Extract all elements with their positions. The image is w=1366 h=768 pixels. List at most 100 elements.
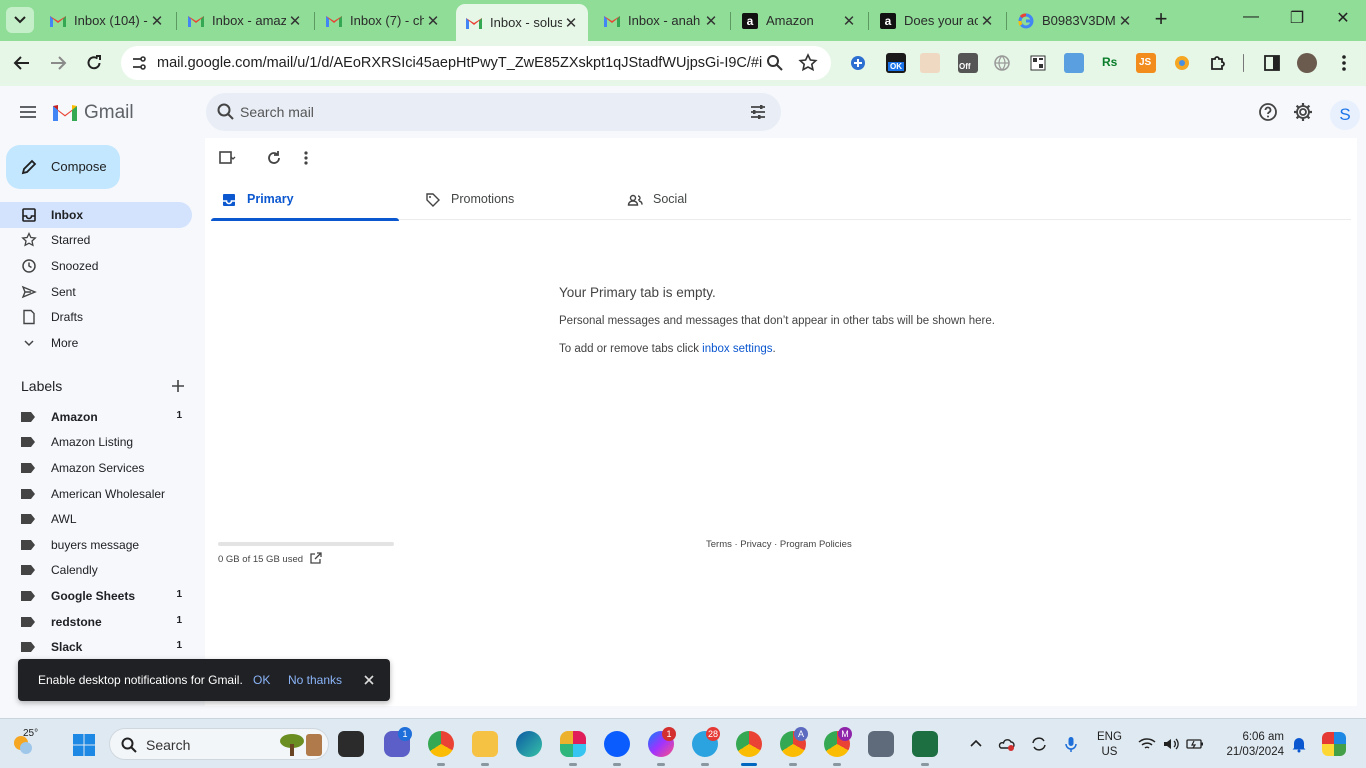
browser-tab[interactable]: Inbox (104) - ✕ <box>40 5 174 36</box>
search-icon[interactable] <box>216 102 236 127</box>
notifications-bell-icon[interactable] <box>1290 735 1308 753</box>
back-button[interactable] <box>10 51 34 75</box>
browser-menu-icon[interactable] <box>1334 53 1354 73</box>
file-explorer-app[interactable] <box>472 731 498 766</box>
manage-storage-link[interactable] <box>309 552 322 565</box>
label-item[interactable]: Amazon 1 <box>0 404 192 430</box>
label-item[interactable]: Slack 1 <box>0 634 192 660</box>
browser-tab[interactable]: B0983V3DM ✕ <box>1008 5 1142 36</box>
extension-icon[interactable] <box>848 53 868 73</box>
edge-app[interactable] <box>516 731 542 757</box>
gmail-logo-icon[interactable] <box>52 103 78 123</box>
chrome-app[interactable] <box>428 731 454 766</box>
taskbar-search[interactable]: Search <box>109 728 329 760</box>
label-item[interactable]: Calendly <box>0 557 192 583</box>
browser-tab[interactable]: a Amazon ✕ <box>732 5 866 36</box>
account-avatar[interactable]: S <box>1330 100 1360 130</box>
calculator-app[interactable] <box>868 731 894 757</box>
extensions-puzzle-icon[interactable] <box>1208 53 1228 73</box>
compose-button[interactable]: Compose <box>6 145 120 189</box>
search-input[interactable] <box>240 101 720 123</box>
close-tab-icon[interactable]: ✕ <box>424 12 442 30</box>
tray-overflow-chevron-icon[interactable] <box>967 735 985 753</box>
nav-item-sent[interactable]: Sent <box>0 279 192 305</box>
tab-search-button[interactable] <box>6 7 34 33</box>
footer-links[interactable]: Terms · Privacy · Program Policies <box>706 539 852 550</box>
chrome-profile-app-active[interactable] <box>736 731 762 766</box>
battery-icon[interactable] <box>1186 735 1204 753</box>
nav-item-starred[interactable]: Starred <box>0 227 192 253</box>
forward-button[interactable] <box>46 51 70 75</box>
more-actions-button[interactable] <box>296 148 316 168</box>
site-info-icon[interactable] <box>127 51 151 75</box>
close-tab-icon[interactable]: ✕ <box>562 14 580 32</box>
copilot-icon[interactable] <box>1322 732 1346 756</box>
close-tab-icon[interactable]: ✕ <box>702 12 720 30</box>
restore-button[interactable]: ❐ <box>1284 8 1310 32</box>
extension-icon[interactable] <box>1064 53 1084 73</box>
browser-tab[interactable]: Inbox - anah ✕ <box>594 5 728 36</box>
browser-tab[interactable]: a Does your ac ✕ <box>870 5 1004 36</box>
label-item[interactable]: Amazon Listing <box>0 429 192 455</box>
input-language-indicator[interactable]: ENG US <box>1097 730 1122 760</box>
settings-button[interactable] <box>1291 100 1315 124</box>
nav-item-inbox[interactable]: Inbox <box>0 202 192 228</box>
browser-tab[interactable]: Inbox (7) - ch ✕ <box>316 5 450 36</box>
profile-avatar[interactable] <box>1297 53 1317 73</box>
tab-promotions[interactable]: Promotions <box>415 182 603 220</box>
js-extension-icon[interactable]: JS <box>1136 53 1156 73</box>
side-panel-icon[interactable] <box>1262 53 1282 73</box>
close-tab-icon[interactable]: ✕ <box>978 12 996 30</box>
label-item[interactable]: Google Sheets 1 <box>0 583 192 609</box>
snackbar-no-thanks-button[interactable]: No thanks <box>288 673 342 687</box>
zoom-icon[interactable] <box>766 54 784 77</box>
tab-primary[interactable]: Primary <box>211 182 399 221</box>
system-clock[interactable]: 6:06 am 21/03/2024 <box>1220 730 1284 760</box>
new-tab-button[interactable]: + <box>1150 8 1172 31</box>
minimize-button[interactable]: — <box>1238 8 1264 32</box>
extension-ok-icon[interactable]: OK <box>886 53 906 73</box>
search-options-icon[interactable] <box>748 102 768 127</box>
nav-item-drafts[interactable]: Drafts <box>0 304 192 330</box>
close-tab-icon[interactable]: ✕ <box>1116 12 1134 30</box>
qr-extension-icon[interactable] <box>1028 53 1048 73</box>
wifi-icon[interactable] <box>1138 735 1156 753</box>
zoom-app[interactable] <box>604 731 630 766</box>
browser-tab[interactable]: Inbox - amaz ✕ <box>178 5 312 36</box>
tab-social[interactable]: Social <box>617 182 805 220</box>
reload-button[interactable] <box>82 51 106 75</box>
url-text[interactable]: mail.google.com/mail/u/1/d/AEoRXRSIci45a… <box>157 55 762 71</box>
close-tab-icon[interactable]: ✕ <box>148 12 166 30</box>
label-item[interactable]: buyers message <box>0 532 192 558</box>
volume-icon[interactable] <box>1162 735 1180 753</box>
help-button[interactable] <box>1256 100 1280 124</box>
nav-item-snoozed[interactable]: Snoozed <box>0 253 192 279</box>
gmail-wordmark[interactable]: Gmail <box>84 102 134 124</box>
microphone-icon[interactable] <box>1062 735 1080 753</box>
excel-app[interactable] <box>912 731 938 766</box>
close-tab-icon[interactable]: ✕ <box>286 12 304 30</box>
close-tab-icon[interactable]: ✕ <box>840 12 858 30</box>
search-box[interactable] <box>206 93 781 131</box>
nav-item-more[interactable]: More <box>0 330 192 356</box>
inbox-settings-link[interactable]: inbox settings <box>702 343 772 355</box>
snackbar-close-icon[interactable] <box>361 672 377 688</box>
sync-icon[interactable] <box>1030 735 1048 753</box>
label-item[interactable]: redstone 1 <box>0 609 192 635</box>
slack-app[interactable] <box>560 731 586 766</box>
address-bar[interactable]: mail.google.com/mail/u/1/d/AEoRXRSIci45a… <box>121 46 831 80</box>
extension-off-icon[interactable]: Off <box>958 53 978 73</box>
onedrive-icon[interactable] <box>998 735 1016 753</box>
globe-extension-icon[interactable] <box>992 53 1012 73</box>
label-item[interactable]: American Wholesaler <box>0 481 192 507</box>
window-close-button[interactable]: ✕ <box>1330 8 1356 32</box>
bookmark-star-icon[interactable] <box>798 53 818 78</box>
main-menu-button[interactable] <box>16 100 40 124</box>
extension-icon[interactable] <box>1172 53 1192 73</box>
refresh-button[interactable] <box>264 148 284 168</box>
browser-tab-active[interactable]: Inbox - solus ✕ <box>456 4 588 41</box>
label-item[interactable]: Amazon Services <box>0 455 192 481</box>
start-button[interactable] <box>72 733 96 757</box>
select-all-checkbox[interactable] <box>217 148 237 168</box>
create-label-button[interactable] <box>170 378 186 394</box>
